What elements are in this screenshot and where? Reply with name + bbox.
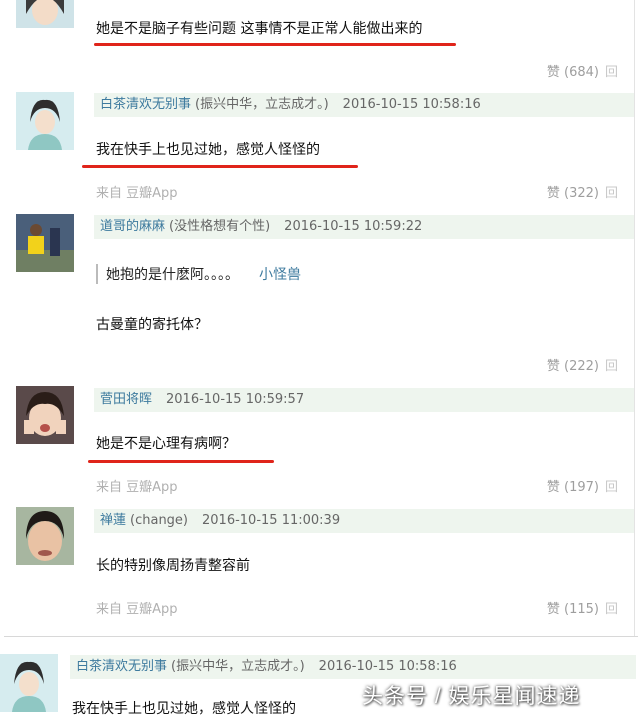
author-link[interactable]: 禅蓮 (94, 513, 126, 528)
like-button[interactable]: 赞 (684) 回 (547, 61, 618, 80)
comment-source: 来自 豆瓣App (96, 480, 178, 495)
comment-meta: 白茶清欢无别事 (振兴中华，立志成才。) 2016-10-15 10:58:16 (70, 655, 636, 679)
like-count: 赞 (322) (546, 186, 599, 201)
like-button[interactable]: 赞 (222) 回 (547, 355, 618, 374)
comment-text: 我在快手上也见过她，感觉人怪怪的 (72, 701, 296, 717)
reply-link[interactable]: 回 (605, 480, 618, 495)
like-count: 赞 (222) (546, 359, 599, 374)
comment-time: 2016-10-15 10:58:16 (318, 659, 457, 674)
author-signature: (没性格想有个性) (169, 219, 271, 234)
avatar[interactable] (16, 214, 74, 272)
screenshot-divider (4, 636, 638, 637)
comment-meta: 菅田将晖 2016-10-15 10:59:57 (94, 388, 634, 412)
avatar[interactable] (16, 507, 74, 565)
comment-page: 她是不是脑子有些问题 这事情不是正常人能做出来的 赞 (684) 回 白茶清欢无别… (0, 0, 640, 720)
comment-meta: 禅蓮 (change) 2016-10-15 11:00:39 (94, 509, 634, 533)
comment-time: 2016-10-15 10:59:57 (166, 392, 305, 407)
reply-link[interactable]: 回 (605, 602, 618, 617)
author-link[interactable]: 菅田将晖 (94, 392, 152, 407)
comment-meta: 道哥的麻麻 (没性格想有个性) 2016-10-15 10:59:22 (94, 215, 634, 239)
right-border (634, 0, 635, 636)
comment-time: 2016-10-15 11:00:39 (202, 513, 341, 528)
reply-link[interactable]: 回 (605, 65, 618, 80)
comment-time: 2016-10-15 10:58:16 (342, 97, 481, 112)
like-button[interactable]: 赞 (115) 回 (547, 598, 618, 617)
author-link[interactable]: 道哥的麻麻 (94, 219, 165, 234)
watermark: 头条号 / 娱乐星闻速递 (362, 685, 581, 708)
comment-meta: 白茶清欢无别事 (振兴中华，立志成才。) 2016-10-15 10:58:16 (94, 93, 634, 117)
highlight-underline (82, 165, 358, 168)
avatar[interactable] (16, 92, 74, 150)
avatar[interactable] (16, 386, 74, 444)
like-count: 赞 (684) (546, 65, 599, 80)
like-button[interactable]: 赞 (322) 回 (547, 182, 618, 201)
comment-source: 来自 豆瓣App (96, 602, 178, 617)
author-signature: (change) (130, 513, 189, 528)
comment-text: 她是不是脑子有些问题 这事情不是正常人能做出来的 (96, 21, 423, 37)
quote-text: 她抱的是什麽阿。。。。 (106, 267, 239, 283)
quoted-reply: 她抱的是什麽阿。。。。 小怪兽 (96, 264, 301, 284)
comment-text: 我在快手上也见过她，感觉人怪怪的 (96, 142, 320, 158)
author-signature: (振兴中华，立志成才。) (171, 659, 305, 674)
comment-text: 她是不是心理有病啊？ (96, 436, 236, 452)
highlight-underline (94, 43, 456, 46)
author-signature: (振兴中华，立志成才。) (195, 97, 329, 112)
like-count: 赞 (197) (546, 480, 599, 495)
author-link[interactable]: 白茶清欢无别事 (94, 97, 191, 112)
highlight-underline (88, 460, 274, 463)
comment-source: 来自 豆瓣App (96, 186, 178, 201)
comment-text: 古曼童的寄托体？ (96, 317, 208, 333)
reply-link[interactable]: 回 (605, 359, 618, 374)
comment-time: 2016-10-15 10:59:22 (284, 219, 423, 234)
like-button[interactable]: 赞 (197) 回 (547, 476, 618, 495)
avatar[interactable] (16, 0, 74, 28)
like-count: 赞 (115) (546, 602, 599, 617)
reply-link[interactable]: 回 (605, 186, 618, 201)
avatar[interactable] (0, 654, 58, 712)
comment-text: 长的特别像周扬青整容前 (96, 558, 250, 574)
author-link[interactable]: 白茶清欢无别事 (70, 659, 167, 674)
quote-author-link[interactable]: 小怪兽 (259, 267, 301, 283)
